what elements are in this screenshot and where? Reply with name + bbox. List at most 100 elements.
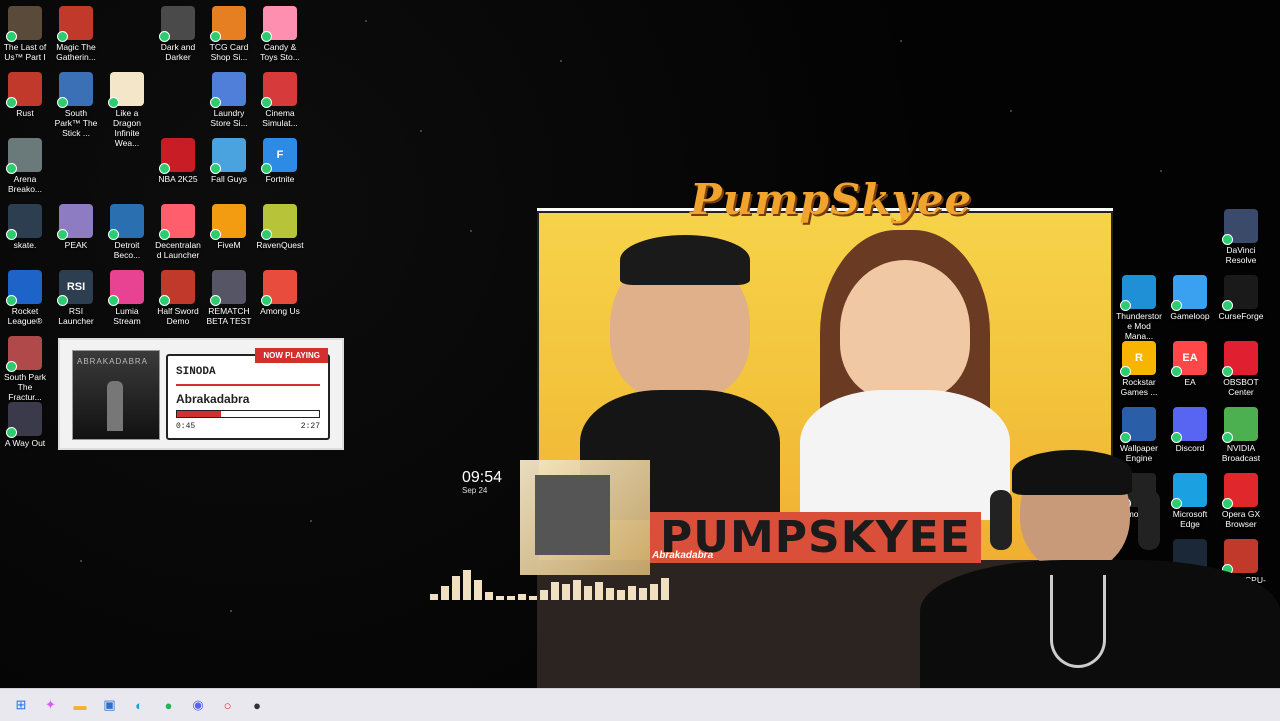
sync-check-icon <box>1222 234 1233 245</box>
fall-guys-icon <box>210 138 246 174</box>
among-us-icon <box>261 270 297 306</box>
sync-check-icon <box>1222 432 1233 443</box>
spotify-icon[interactable]: ● <box>159 695 179 715</box>
start-icon[interactable]: ⊞ <box>11 695 31 715</box>
desktop-icon-fivem[interactable]: FiveM <box>204 200 254 250</box>
now-playing-card: NOW PLAYING SINODA Abrakadabra 0:45 2:27 <box>166 348 330 440</box>
star <box>365 20 367 22</box>
desktop-icon-label: RSI Launcher <box>58 306 94 326</box>
music-cube-art <box>535 475 610 555</box>
the-last-of-us-part-i-icon <box>6 6 42 42</box>
sync-check-icon <box>261 229 272 240</box>
edge-icon[interactable]: ◐ <box>129 695 149 715</box>
desktop-icon-south-park-the-stick[interactable]: South Park™ The Stick ... <box>51 68 101 138</box>
desktop-icon-skate[interactable]: skate. <box>0 200 50 250</box>
visualizer-bar <box>452 576 460 600</box>
desktop-icon-among-us[interactable]: Among Us <box>255 266 305 316</box>
desktop-icon-obsbot-center[interactable]: OBSBOT Center <box>1216 337 1266 397</box>
desktop-icon-magic-the-gatherin[interactable]: Magic The Gatherin... <box>51 2 101 62</box>
visualizer-bar <box>463 570 471 600</box>
ea-icon: EA <box>1171 341 1207 377</box>
desktop-icon-like-a-dragon-infinite-wea[interactable]: Like a Dragon Infinite Wea... <box>102 68 152 148</box>
sync-check-icon <box>210 31 221 42</box>
desktop-icon-decentraland-launcher[interactable]: Decentraland Launcher <box>153 200 203 260</box>
desktop-icon-dark-and-darker[interactable]: Dark and Darker <box>153 2 203 62</box>
obs-icon[interactable]: ● <box>247 695 267 715</box>
desktop-icon-label: TCG Card Shop Si... <box>209 42 249 62</box>
desktop-icon-peak[interactable]: PEAK <box>51 200 101 250</box>
desktop-icon-label: The Last of Us™ Part I <box>3 42 47 62</box>
desktop-icon-south-park-the-fractur[interactable]: South Park The Fractur... <box>0 332 50 402</box>
visualizer-bar <box>430 594 438 600</box>
nvidia-broadcast-icon <box>1222 407 1258 443</box>
desktop-icon-the-last-of-us-part-i[interactable]: The Last of Us™ Part I <box>0 2 50 62</box>
desktop-icon-label: Lumia Stream <box>113 306 141 326</box>
desktop-icon-half-sword-demo[interactable]: Half Sword Demo <box>153 266 203 326</box>
visualizer-bar <box>529 596 537 600</box>
detroit-beco-icon <box>108 204 144 240</box>
desktop-icon-gameloop[interactable]: Gameloop <box>1165 271 1215 321</box>
arena-breako-icon <box>6 138 42 174</box>
rocket-league-icon <box>6 270 42 306</box>
like-a-dragon-infinite-wea-icon <box>108 72 144 108</box>
store-icon[interactable]: ▣ <box>100 695 120 715</box>
desktop-icon-thunderstore-mod-mana[interactable]: Thunderstore Mod Mana... <box>1114 271 1164 341</box>
visualizer-bar <box>441 586 449 600</box>
desktop-icon-rsi-launcher[interactable]: RSI RSI Launcher <box>51 266 101 326</box>
visualizer-bar <box>606 588 614 600</box>
desktop-icon-label: OBSBOT Center <box>1223 377 1259 397</box>
desktop-icon-curseforge[interactable]: CurseForge <box>1216 271 1266 321</box>
progress-bar[interactable] <box>176 410 320 418</box>
visualizer-bar <box>661 578 669 600</box>
opera-icon[interactable]: ○ <box>218 695 238 715</box>
desktop-icon-label: Half Sword Demo <box>157 306 199 326</box>
desktop-icon-ravenquest[interactable]: RavenQuest <box>255 200 305 250</box>
desktop-icon-ea[interactable]: EA EA <box>1165 337 1215 387</box>
visualizer-bar <box>650 584 658 600</box>
sync-check-icon <box>6 163 17 174</box>
star <box>900 40 902 42</box>
desktop-icon-rocket-league[interactable]: Rocket League® <box>0 266 50 326</box>
sync-check-icon <box>159 163 170 174</box>
desktop-icon-rematch-beta-test[interactable]: REMATCH BETA TEST <box>204 266 254 326</box>
desktop-icon-label: South Park™ The Stick ... <box>54 108 98 138</box>
desktop-icon-detroit-beco[interactable]: Detroit Beco... <box>102 200 152 260</box>
sync-check-icon <box>6 361 17 372</box>
desktop-icon-label: PEAK <box>64 240 88 250</box>
visualizer-bar <box>485 592 493 600</box>
webcam-overlay <box>880 450 1280 688</box>
desktop-icon-candy-toys-sto[interactable]: Candy & Toys Sto... <box>255 2 305 62</box>
desktop-icon-label: Gameloop <box>1170 311 1210 321</box>
sync-check-icon <box>57 97 68 108</box>
desktop-icon-cinema-simulat[interactable]: Cinema Simulat... <box>255 68 305 128</box>
desktop-icon-tcg-card-shop-si[interactable]: TCG Card Shop Si... <box>204 2 254 62</box>
copilot-icon[interactable]: ✦ <box>41 695 61 715</box>
album-cover-text: ABRAKADABRA <box>77 357 149 366</box>
now-playing-widget[interactable]: ABRAKADABRA NOW PLAYING SINODA Abrakadab… <box>58 338 344 450</box>
desktop-icon-rockstar-games[interactable]: R Rockstar Games ... <box>1114 337 1164 397</box>
character-female-head <box>840 260 970 400</box>
desktop-icon-nba-2k25[interactable]: NBA 2K25 <box>153 134 203 184</box>
sync-check-icon <box>1171 432 1182 443</box>
candy-toys-sto-icon <box>261 6 297 42</box>
rust-icon <box>6 72 42 108</box>
desktop-icon-davinci-resolve[interactable]: DaVinci Resolve <box>1216 205 1266 265</box>
file-explorer-icon[interactable]: ▬ <box>70 695 90 715</box>
visualizer-bar <box>507 596 515 600</box>
visualizer-bar <box>562 584 570 600</box>
desktop-icon-rust[interactable]: Rust <box>0 68 50 118</box>
desktop-icon-lumia-stream[interactable]: Lumia Stream <box>102 266 152 326</box>
visualizer-bar <box>639 588 647 600</box>
desktop-icon-label: EA <box>1184 377 1196 387</box>
discord-icon[interactable]: ◉ <box>188 695 208 715</box>
wallpaper-logo: PumpSkyee <box>690 175 973 224</box>
desktop-icon-a-way-out[interactable]: A Way Out <box>0 398 50 448</box>
desktop-icon-fortnite[interactable]: F Fortnite <box>255 134 305 184</box>
desktop-icon-laundry-store-si[interactable]: Laundry Store Si... <box>204 68 254 128</box>
desktop-icon-arena-breako[interactable]: Arena Breako... <box>0 134 50 194</box>
desktop-icon-discord[interactable]: Discord <box>1165 403 1215 453</box>
desktop-icon-label: skate. <box>13 240 37 250</box>
desktop-icon-fall-guys[interactable]: Fall Guys <box>204 134 254 184</box>
sync-check-icon <box>57 229 68 240</box>
visualizer-bar <box>518 594 526 600</box>
